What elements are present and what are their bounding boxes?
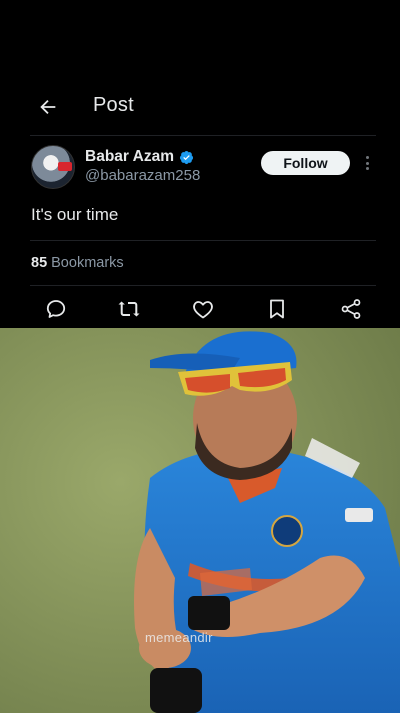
action-bar <box>0 297 400 323</box>
like-button[interactable] <box>191 297 215 321</box>
post-header: Post <box>0 84 400 130</box>
more-dot <box>365 161 369 165</box>
avatar[interactable] <box>31 145 75 189</box>
tweet-text: It's our time <box>31 205 119 224</box>
cricket-player-video <box>0 328 400 713</box>
video-watermark: memeandir <box>145 630 213 645</box>
retweet-button[interactable] <box>117 297 141 321</box>
divider <box>30 285 376 286</box>
retweet-icon <box>118 301 140 317</box>
share-icon <box>341 299 361 319</box>
more-dot <box>365 156 369 159</box>
bookmark-icon <box>270 299 284 319</box>
divider <box>30 135 376 136</box>
more-vertical-icon[interactable] <box>362 154 372 172</box>
like-icon <box>193 301 213 319</box>
arrow-left-icon <box>40 99 56 115</box>
more-dot <box>365 167 369 170</box>
author-handle[interactable]: @babarazam258 <box>85 167 200 184</box>
divider <box>30 240 376 241</box>
post-panel: Post Babar Azam @babarazam258 Follow It'… <box>0 0 400 328</box>
bookmark-button[interactable] <box>265 297 289 321</box>
bookmarks-count: 85 <box>31 255 48 271</box>
follow-button[interactable]: Follow <box>261 151 350 175</box>
bookmarks-label: Bookmarks <box>51 255 124 271</box>
avatar-badge <box>58 162 72 171</box>
back-button[interactable] <box>35 94 61 120</box>
share-button[interactable] <box>339 297 363 321</box>
video-player[interactable]: memeandir <box>0 328 400 713</box>
verified-badge-icon <box>179 150 194 164</box>
bookmarks-stat[interactable]: 85 Bookmarks <box>31 255 124 271</box>
author-name[interactable]: Babar Azam <box>85 148 194 166</box>
reply-button[interactable] <box>44 297 68 321</box>
page-title: Post <box>93 94 134 116</box>
reply-icon <box>46 300 66 318</box>
author-name-text: Babar Azam <box>85 148 175 165</box>
